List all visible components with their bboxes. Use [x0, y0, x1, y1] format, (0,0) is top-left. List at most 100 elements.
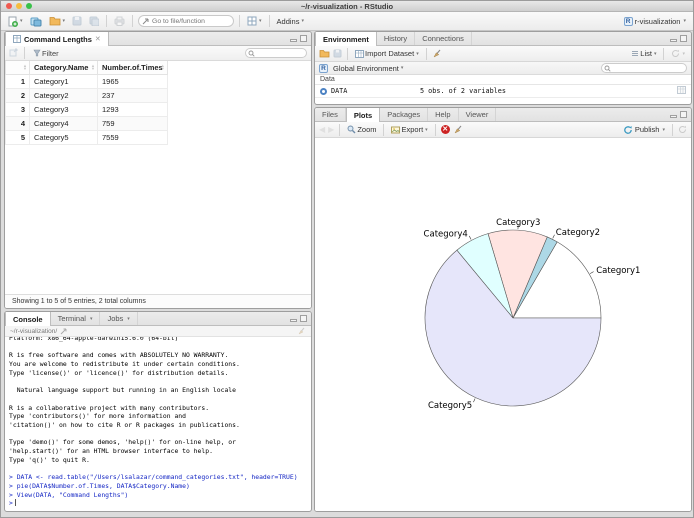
- table-cell[interactable]: Category3: [29, 102, 98, 117]
- save-workspace-icon[interactable]: [333, 49, 342, 58]
- close-tab-icon[interactable]: ✕: [95, 35, 101, 43]
- table-search[interactable]: [245, 48, 307, 59]
- view-table-icon[interactable]: [677, 86, 686, 96]
- zoom-label: Zoom: [357, 125, 377, 134]
- table-cell[interactable]: 2: [5, 88, 30, 103]
- project-menu-button[interactable]: R r-visualization ▾: [622, 16, 688, 27]
- zoom-window-button[interactable]: [26, 3, 32, 9]
- pane-layout-button[interactable]: ▾: [245, 15, 264, 27]
- zoom-magnifier-icon: [347, 125, 356, 134]
- list-view-button[interactable]: List ▾: [629, 48, 658, 59]
- previous-plot-button[interactable]: ◀: [319, 125, 325, 134]
- table-cell[interactable]: 5: [5, 130, 30, 145]
- load-workspace-icon[interactable]: [319, 49, 330, 58]
- next-plot-button[interactable]: ▶: [328, 125, 334, 134]
- popout-view-button[interactable]: [9, 48, 18, 59]
- environment-panel: Environment History Connections Import D…: [314, 31, 692, 105]
- table-row[interactable]: 1 Category1 1965: [5, 74, 168, 89]
- table-row[interactable]: 2 Category2 237: [5, 88, 168, 103]
- open-folder-icon: [49, 17, 60, 26]
- environment-search[interactable]: [601, 63, 687, 74]
- import-dataset-button[interactable]: Import Dataset ▾: [353, 48, 421, 59]
- open-file-caret-icon: ▾: [62, 18, 66, 24]
- environment-toolbar: Import Dataset ▾ List ▾ ▾: [315, 46, 691, 62]
- print-button[interactable]: [112, 15, 127, 27]
- plots-toolbar: ◀ ▶ Zoom Export ▾ ✕ Publish ▾: [315, 122, 691, 138]
- pie-label-tick: [552, 234, 555, 239]
- table-row[interactable]: 4 Category4 759: [5, 116, 168, 131]
- tab-terminal[interactable]: Terminal ▾: [51, 312, 101, 325]
- row-number-header[interactable]: ▲ ▼: [5, 61, 30, 75]
- minimize-pane-icon[interactable]: [290, 318, 297, 322]
- tab-environment[interactable]: Environment: [315, 32, 377, 46]
- tab-help[interactable]: Help: [428, 108, 459, 121]
- clear-all-plots-icon[interactable]: [453, 125, 463, 134]
- terminal-caret-icon: ▾: [89, 315, 93, 322]
- export-plot-button[interactable]: Export ▾: [389, 124, 429, 135]
- table-cell[interactable]: Category2: [29, 88, 98, 103]
- tab-command-lengths[interactable]: Command Lengths ✕: [5, 32, 109, 46]
- new-project-button[interactable]: [28, 15, 44, 28]
- toolbar-separator: [268, 15, 270, 27]
- maximize-pane-icon[interactable]: [680, 111, 687, 118]
- table-cell[interactable]: Category1: [29, 74, 98, 89]
- table-cell[interactable]: 3: [5, 102, 30, 117]
- environment-object-row[interactable]: DATA 5 obs. of 2 variables: [315, 85, 691, 98]
- table-cell[interactable]: 237: [97, 88, 168, 103]
- pie-label-Category4: Category4: [424, 229, 468, 239]
- tab-packages[interactable]: Packages: [380, 108, 429, 121]
- pie-chart: Category1 Category2 Category3 Category4 Cate…: [424, 218, 641, 411]
- minimize-pane-icon[interactable]: [290, 38, 297, 42]
- environment-search-input[interactable]: [601, 63, 687, 74]
- save-all-button[interactable]: [87, 15, 101, 27]
- column-header-number-of-times[interactable]: Number.of.Times ▲ ▼: [97, 61, 168, 75]
- maximize-pane-icon[interactable]: [300, 315, 307, 322]
- publish-button[interactable]: Publish ▾: [621, 124, 667, 136]
- table-cell[interactable]: Category4: [29, 116, 98, 131]
- tab-history[interactable]: History: [377, 32, 416, 45]
- refresh-plot-icon[interactable]: [678, 125, 687, 134]
- minimize-pane-icon[interactable]: [670, 114, 677, 118]
- console-prompt[interactable]: >: [9, 499, 307, 508]
- table-cell[interactable]: 7559: [97, 130, 168, 145]
- save-button[interactable]: [70, 15, 84, 27]
- minimize-window-button[interactable]: [16, 3, 22, 9]
- column-header-category-name[interactable]: Category.Name ▲ ▼: [29, 61, 98, 75]
- console-line: 'help.start()' for an HTML browser inter…: [9, 447, 213, 456]
- table-cell[interactable]: 1: [5, 74, 30, 89]
- table-cell[interactable]: 759: [97, 116, 168, 131]
- tab-connections[interactable]: Connections: [415, 32, 472, 45]
- table-cell[interactable]: 1965: [97, 74, 168, 89]
- clear-console-icon[interactable]: [297, 327, 306, 335]
- tab-console[interactable]: Console: [5, 312, 51, 326]
- close-window-button[interactable]: [6, 3, 12, 9]
- environment-scope-button[interactable]: Global Environment ▾: [331, 63, 405, 74]
- open-file-button[interactable]: ▾: [47, 15, 68, 27]
- tab-jobs[interactable]: Jobs ▾: [100, 312, 138, 325]
- table-row[interactable]: 3 Category3 1293: [5, 102, 168, 117]
- goto-directory-icon[interactable]: [60, 328, 67, 335]
- tab-viewer[interactable]: Viewer: [459, 108, 497, 121]
- clear-environment-icon[interactable]: [432, 49, 442, 58]
- maximize-pane-icon[interactable]: [680, 35, 687, 42]
- tab-files[interactable]: Files: [315, 108, 346, 121]
- refresh-environment-button[interactable]: ▾: [669, 48, 687, 59]
- zoom-plot-button[interactable]: Zoom: [345, 124, 378, 135]
- goto-file-input[interactable]: [138, 15, 235, 27]
- tab-plots[interactable]: Plots: [345, 108, 381, 122]
- addins-button[interactable]: Addins ▾: [275, 16, 306, 27]
- goto-file-search[interactable]: [138, 15, 235, 27]
- maximize-pane-icon[interactable]: [300, 35, 307, 42]
- filter-button[interactable]: Filter: [31, 48, 61, 59]
- import-dataset-caret-icon: ▾: [416, 50, 419, 57]
- console-output[interactable]: Platform: x86_64-apple-darwin15.6.0 (64-…: [5, 337, 311, 511]
- table-row[interactable]: 5 Category5 7559: [5, 130, 168, 145]
- table-cell[interactable]: Category5: [29, 130, 98, 145]
- minimize-pane-icon[interactable]: [670, 38, 677, 42]
- new-file-button[interactable]: ▾: [6, 15, 25, 28]
- save-icon: [72, 16, 82, 26]
- remove-plot-button[interactable]: ✕: [440, 125, 450, 134]
- table-cell[interactable]: 1293: [97, 102, 168, 117]
- table-cell[interactable]: 4: [5, 116, 30, 131]
